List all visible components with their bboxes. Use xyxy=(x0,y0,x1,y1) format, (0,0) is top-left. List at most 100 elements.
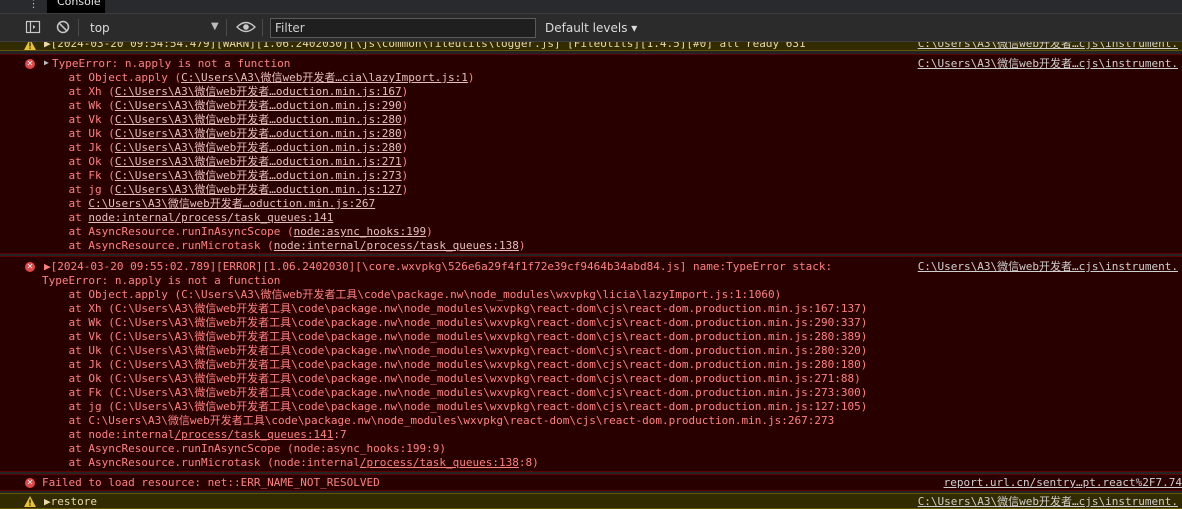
stack-frame-text: ) xyxy=(401,141,409,154)
stack-frame-text: at AsyncResource.runMicrotask ( xyxy=(42,239,274,252)
stack-frame: at Wk (C:\Users\A3\微信web开发者…oduction.min… xyxy=(42,99,408,113)
stack-frame: at node:internal/process/task_queues:141 xyxy=(42,211,333,225)
tab-console[interactable]: Console xyxy=(47,0,105,13)
stack-frame-link[interactable]: C:\Users\A3\微信web开发者…oduction.min.js:280 xyxy=(115,113,402,126)
stack-frame: at Uk (C:\Users\A3\微信web开发者工具\code\packa… xyxy=(42,344,868,357)
stack-frame: at Object.apply (C:\Users\A3\微信web开发者…ci… xyxy=(42,71,475,85)
context-selector[interactable]: top xyxy=(90,21,110,35)
stack-frame: at Ok (C:\Users\A3\微信web开发者工具\code\packa… xyxy=(42,372,861,385)
stack-frame-link[interactable]: C:\Users\A3\微信web开发者…oduction.min.js:280 xyxy=(115,127,402,140)
devtools-tab-strip: ⋮ Console xyxy=(0,0,1182,14)
error-icon: ✕ xyxy=(25,478,35,488)
sidebar-toggle-icon[interactable] xyxy=(25,19,41,38)
stack-frame: at Wk (C:\Users\A3\微信web开发者工具\code\packa… xyxy=(42,316,868,329)
warning-icon xyxy=(24,496,36,507)
stack-frame-text: at node:internal xyxy=(42,428,175,441)
toolbar-divider xyxy=(226,19,227,36)
stack-frame: at C:\Users\A3\微信web开发者…oduction.min.js:… xyxy=(42,197,375,211)
live-expression-eye-icon[interactable] xyxy=(236,20,256,37)
stack-frame-text: at AsyncResource.runInAsyncScope ( xyxy=(42,225,294,238)
stack-frame: at AsyncResource.runInAsyncScope (node:a… xyxy=(42,442,446,456)
stack-frame-text: at jg ( xyxy=(42,183,115,196)
stack-frame-link[interactable]: node:internal/process/task_queues:138 xyxy=(274,239,519,252)
stack-frame-link[interactable]: node:internal/process/task_queues:141 xyxy=(88,211,333,224)
stack-frame-text: ) xyxy=(467,71,475,84)
filter-input[interactable] xyxy=(270,18,536,38)
stack-frame-link[interactable]: C:\Users\A3\微信web开发者…oduction.min.js:167 xyxy=(115,85,402,98)
stack-frame: at Object.apply (C:\Users\A3\微信web开发者工具\… xyxy=(42,288,782,301)
message-text: Failed to load resource: net::ERR_NAME_N… xyxy=(42,476,380,489)
stack-frame-link[interactable]: /process/task_queues:141 xyxy=(174,428,333,441)
chevron-down-icon[interactable]: ▼ xyxy=(211,21,219,32)
source-link[interactable]: C:\Users\A3\微信web开发者…cjs\instrument. xyxy=(918,495,1178,509)
source-link[interactable]: C:\Users\A3\微信web开发者…cjs\instrument. xyxy=(918,42,1178,51)
message-text: ▶[2024-03-20 09:55:02.789][ERROR][1.06.2… xyxy=(44,260,833,273)
log-levels-dropdown[interactable]: Default levels ▾ xyxy=(545,21,637,35)
error-icon: ✕ xyxy=(25,59,35,69)
stack-frame-text: ) xyxy=(401,169,409,182)
message-text: ▶[2024-03-20 09:54:54.479][WARN][1.06.24… xyxy=(44,42,806,50)
stack-frame-link[interactable]: C:\Users\A3\微信web开发者…oduction.min.js:280 xyxy=(115,141,402,154)
source-link[interactable]: report.url.cn/sentry…pt.react%2F7.74 xyxy=(944,476,1182,490)
stack-frame-link[interactable]: C:\Users\A3\微信web开发者…oduction.min.js:267 xyxy=(88,197,375,210)
stack-frame: at Vk (C:\Users\A3\微信web开发者…oduction.min… xyxy=(42,113,408,127)
console-log: ▶[2024-03-20 09:54:54.479][WARN][1.06.24… xyxy=(0,42,1182,509)
source-link[interactable]: C:\Users\A3\微信web开发者…cjs\instrument. xyxy=(918,57,1178,71)
stack-frame-text: at Uk ( xyxy=(42,127,115,140)
source-link[interactable]: C:\Users\A3\微信web开发者…cjs\instrument. xyxy=(918,260,1178,274)
toolbar-divider xyxy=(78,19,79,36)
stack-frame: at Jk (C:\Users\A3\微信web开发者…oduction.min… xyxy=(42,141,408,155)
stack-frame-text: at xyxy=(42,197,89,210)
stack-frame: at Uk (C:\Users\A3\微信web开发者…oduction.min… xyxy=(42,127,408,141)
console-message-error: ✕ ▶[2024-03-20 09:55:02.789][ERROR][1.06… xyxy=(0,256,1182,472)
stack-frame-link[interactable]: C:\Users\A3\微信web开发者…oduction.min.js:273 xyxy=(115,169,402,182)
stack-frame: at Xh (C:\Users\A3\微信web开发者…oduction.min… xyxy=(42,85,408,99)
stack-frame-text: at xyxy=(42,211,89,224)
message-text: TypeError: n.apply is not a function xyxy=(42,274,281,287)
clear-console-icon[interactable] xyxy=(55,19,71,38)
message-text: TypeError: n.apply is not a function xyxy=(52,57,291,70)
stack-frame: at jg (C:\Users\A3\微信web开发者工具\code\packa… xyxy=(42,400,868,413)
stack-frame-text: at Object.apply ( xyxy=(42,71,182,84)
console-message-error: ✕ Failed to load resource: net::ERR_NAME… xyxy=(0,474,1182,491)
tab-console-label: Console xyxy=(57,0,101,8)
console-message-warning: ▶[2024-03-20 09:54:54.479][WARN][1.06.24… xyxy=(0,42,1182,51)
stack-frame: at Vk (C:\Users\A3\微信web开发者工具\code\packa… xyxy=(42,330,868,343)
stack-frame-link[interactable]: C:\Users\A3\微信web开发者…cia\lazyImport.js:1 xyxy=(181,71,468,84)
stack-frame-text: ) xyxy=(401,99,409,112)
stack-frame-text: at Wk ( xyxy=(42,99,115,112)
stack-frame: at Jk (C:\Users\A3\微信web开发者工具\code\packa… xyxy=(42,358,868,371)
stack-frame: at C:\Users\A3\微信web开发者工具\code\package.n… xyxy=(42,414,835,427)
stack-frame-text: ) xyxy=(401,127,409,140)
stack-frame-text: ) xyxy=(401,85,409,98)
stack-frame-link[interactable]: C:\Users\A3\微信web开发者…oduction.min.js:290 xyxy=(115,99,402,112)
stack-frame: at AsyncResource.runMicrotask (node:inte… xyxy=(42,456,539,470)
stack-frame-text: ) xyxy=(518,239,526,252)
stack-frame-text: ) xyxy=(401,183,409,196)
stack-frame-text: at Jk ( xyxy=(42,141,115,154)
stack-frame-text: :7 xyxy=(333,428,347,441)
stack-frame-link[interactable]: C:\Users\A3\微信web开发者…oduction.min.js:271 xyxy=(115,155,402,168)
warning-icon xyxy=(24,42,36,50)
console-toolbar: top ▼ Default levels ▾ xyxy=(0,14,1182,42)
stack-frame: at Ok (C:\Users\A3\微信web开发者…oduction.min… xyxy=(42,155,408,169)
stack-frame-text: at Fk ( xyxy=(42,169,115,182)
expand-triangle-icon[interactable]: ▶ xyxy=(44,58,49,67)
stack-frame: at Xh (C:\Users\A3\微信web开发者工具\code\packa… xyxy=(42,302,868,315)
console-message-error: ✕ ▶ TypeError: n.apply is not a function… xyxy=(0,54,1182,254)
stack-frame-link[interactable]: C:\Users\A3\微信web开发者…oduction.min.js:127 xyxy=(115,183,402,196)
message-text: ▶restore xyxy=(44,495,97,508)
more-tabs-icon[interactable]: ⋮ xyxy=(28,0,39,10)
stack-frame-link[interactable]: /process/task_queues:138 xyxy=(360,456,519,469)
stack-frame: at AsyncResource.runInAsyncScope (node:a… xyxy=(42,225,433,239)
stack-frame: at node:internal/process/task_queues:141… xyxy=(42,428,347,442)
stack-frame-text: at AsyncResource.runInAsyncScope (node:a… xyxy=(42,442,446,455)
error-icon: ✕ xyxy=(25,262,35,272)
toolbar-divider xyxy=(262,19,263,36)
stack-frame-link[interactable]: node:async_hooks:199 xyxy=(294,225,426,238)
stack-frame-text: :8) xyxy=(518,456,539,469)
stack-frame-text: at Xh ( xyxy=(42,85,115,98)
stack-frame-text: ) xyxy=(426,225,433,238)
stack-frame: at Fk (C:\Users\A3\微信web开发者工具\code\packa… xyxy=(42,386,868,399)
stack-frame-text: at AsyncResource.runMicrotask (node:inte… xyxy=(42,456,360,469)
